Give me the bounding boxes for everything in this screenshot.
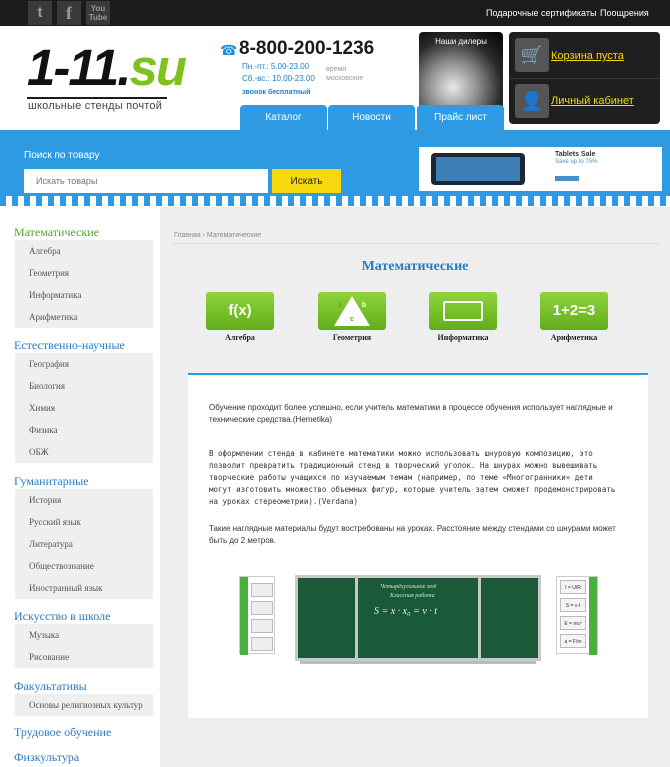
user-icon[interactable]: 👤 xyxy=(515,84,549,118)
description-paragraph-2: В оформлении стенда в кабинете математик… xyxy=(209,449,616,506)
arithmetic-icon: 1+2=3 xyxy=(552,302,596,319)
board-text-2: Классная работа xyxy=(390,593,435,599)
tablet-image xyxy=(431,153,525,185)
banner-title: Tablets Sale xyxy=(555,151,596,158)
formula-cell: I = U/R xyxy=(560,580,586,594)
informatics-label[interactable]: Информатика xyxy=(418,333,508,342)
board-left-wing xyxy=(298,578,358,658)
sidebar-category-math[interactable]: Математические xyxy=(14,225,99,240)
sidebar-item-social-studies[interactable]: Обществознание xyxy=(15,555,153,577)
gift-certificates-link[interactable]: Подарочные сертификаты xyxy=(486,8,596,18)
description-paragraph-3: Такие наглядные материалы будут востребо… xyxy=(209,524,616,545)
search-label: Поиск по товару xyxy=(24,150,100,161)
geometry-tile[interactable]: a b c xyxy=(318,292,386,330)
geometry-letter-b: b xyxy=(362,302,367,309)
breadcrumb-home[interactable]: Главная xyxy=(174,232,201,239)
description-paragraph-1: Обучение проходит более успешно, если уч… xyxy=(209,403,613,424)
phone-number: 8-800-200-1236 xyxy=(239,38,375,59)
board-formula: S = x · x₀ = v · t xyxy=(374,606,438,617)
sidebar-category-art[interactable]: Искусство в школе xyxy=(14,609,110,624)
logo-underline xyxy=(27,97,167,99)
keyboard-icon xyxy=(443,301,483,321)
account-box: 🛒 Корзина пуста 👤 Личный кабинет xyxy=(509,32,660,124)
sidebar-item-informatics[interactable]: Информатика xyxy=(15,284,153,306)
board-text-1: Четырёхугольное моё xyxy=(380,584,437,590)
sidebar-item-history[interactable]: История xyxy=(15,489,153,511)
search-button[interactable]: Искать xyxy=(272,169,341,193)
twitter-icon[interactable]: t xyxy=(28,1,52,25)
arithmetic-tile[interactable]: 1+2=3 xyxy=(540,292,608,330)
moscow-time-note: время московское xyxy=(326,66,364,82)
sidebar-item-russian[interactable]: Русский язык xyxy=(15,511,153,533)
sidebar-item-algebra[interactable]: Алгебра xyxy=(15,240,153,262)
tab-price-list[interactable]: Прайс лист xyxy=(417,105,504,132)
breadcrumb-divider xyxy=(172,243,660,244)
logo-su: su xyxy=(129,39,187,96)
sidebar-category-science[interactable]: Естественно-научные xyxy=(14,338,125,353)
site-logo[interactable]: 1-11.su xyxy=(27,38,187,98)
sidebar-item-drawing[interactable]: Рисование xyxy=(15,646,153,668)
hours-weekdays: Пн.-пт.: 5.00-23.00 xyxy=(242,62,310,71)
sidebar-item-chemistry[interactable]: Химия xyxy=(15,397,153,419)
board-tray xyxy=(300,661,536,664)
geometry-letter-c: c xyxy=(350,316,354,323)
formula-cell: E = mc² xyxy=(560,616,586,630)
phone-icon: ☎ xyxy=(220,42,238,58)
logo-tagline: школьные стенды почтой xyxy=(28,100,163,112)
sidebar-item-arithmetic[interactable]: Арифметика xyxy=(15,306,153,328)
algebra-tile[interactable]: f(x) xyxy=(206,292,274,330)
sidebar-category-labor[interactable]: Трудовое обучение xyxy=(14,725,111,740)
sidebar-item-religious-cultures[interactable]: Основы религиозных культур xyxy=(15,694,153,716)
dealers-label: Наши дилеры xyxy=(435,37,487,46)
geometry-letter-a: a xyxy=(338,302,342,309)
banner-subtitle: Save up to 75% xyxy=(555,159,598,165)
tab-catalog[interactable]: Каталог xyxy=(240,105,327,132)
sidebar-item-biology[interactable]: Биология xyxy=(15,375,153,397)
right-stand-image: I = U/R S = v·t E = mc² a = F/m xyxy=(556,576,598,655)
sidebar-item-physics[interactable]: Физика xyxy=(15,419,153,441)
sidebar-item-geography[interactable]: География xyxy=(15,353,153,375)
formula-cell: S = v·t xyxy=(560,598,586,612)
sidebar-category-pe[interactable]: Физкультура xyxy=(14,750,79,765)
logo-main: 1-11. xyxy=(27,39,131,96)
search-input[interactable] xyxy=(24,169,268,193)
sidebar-item-geometry[interactable]: Геометрия xyxy=(15,262,153,284)
free-call-note: звонок бесплатный xyxy=(242,89,311,96)
breadcrumb-separator: › xyxy=(202,232,205,239)
account-divider xyxy=(509,78,660,79)
sidebar-item-literature[interactable]: Литература xyxy=(15,533,153,555)
banner-button xyxy=(555,176,579,181)
page-title: Математические xyxy=(361,259,469,274)
informatics-tile[interactable] xyxy=(429,292,497,330)
cart-icon[interactable]: 🛒 xyxy=(515,38,549,72)
hours-weekend: Сб.-вс.: 10.00-23.00 xyxy=(242,74,315,83)
breadcrumb: Главная › Математические xyxy=(174,232,261,239)
algebra-icon: f(x) xyxy=(228,302,252,319)
algebra-label[interactable]: Алгебра xyxy=(195,333,285,342)
personal-cabinet-link[interactable]: Личный кабинет xyxy=(551,95,634,107)
geometry-label[interactable]: Геометрия xyxy=(307,333,397,342)
sidebar-item-music[interactable]: Музыка xyxy=(15,624,153,646)
youtube-icon[interactable]: You Tube xyxy=(86,1,110,25)
arithmetic-label[interactable]: Арифметика xyxy=(529,333,619,342)
left-stand-strip xyxy=(240,577,248,655)
breadcrumb-current: Математические xyxy=(206,232,262,239)
tab-news[interactable]: Новости xyxy=(328,105,415,132)
right-stand-strip xyxy=(589,577,597,655)
tablets-banner[interactable]: Tablets Sale Save up to 75% xyxy=(419,147,662,191)
sidebar-item-foreign-language[interactable]: Иностранный язык xyxy=(15,577,153,599)
promotions-link[interactable]: Поощрения xyxy=(600,8,649,18)
cart-link[interactable]: Корзина пуста xyxy=(551,50,624,62)
board-right-wing xyxy=(478,578,538,658)
facebook-icon[interactable]: f xyxy=(57,1,81,25)
formula-cell: a = F/m xyxy=(560,634,586,648)
sidebar-item-obzh[interactable]: ОБЖ xyxy=(15,441,153,463)
band-zigzag xyxy=(0,196,670,206)
left-stand-image xyxy=(239,576,275,655)
chalkboard-image: Четырёхугольное моё Классная работа S = … xyxy=(295,575,541,661)
sidebar-category-humanities[interactable]: Гуманитарные xyxy=(14,474,89,489)
sidebar-category-electives[interactable]: Факультативы xyxy=(14,679,87,694)
